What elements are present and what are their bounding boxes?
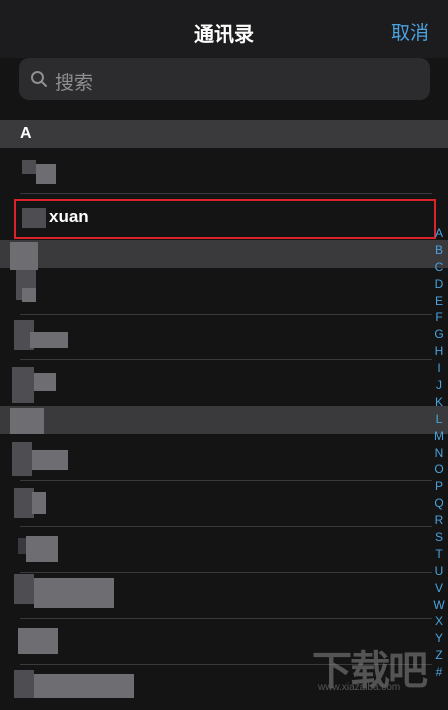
index-letter-w[interactable]: W bbox=[432, 597, 446, 614]
index-letter-m[interactable]: M bbox=[432, 428, 446, 445]
index-letter-v[interactable]: V bbox=[432, 580, 446, 597]
index-letter-c[interactable]: C bbox=[432, 259, 446, 276]
blurred-name bbox=[26, 536, 58, 562]
index-letter-e[interactable]: E bbox=[432, 293, 446, 310]
highlight-box bbox=[14, 199, 436, 239]
search-placeholder: 搜索 bbox=[55, 73, 94, 94]
contact-row[interactable] bbox=[0, 361, 430, 405]
index-letter-i[interactable]: I bbox=[432, 360, 446, 377]
blurred-name bbox=[12, 442, 32, 476]
contact-row[interactable] bbox=[0, 150, 430, 194]
index-letter-n[interactable]: N bbox=[432, 445, 446, 462]
row-separator bbox=[20, 572, 432, 573]
index-letter-r[interactable]: R bbox=[432, 512, 446, 529]
page-title: 通讯录 bbox=[194, 24, 254, 46]
index-letter-u[interactable]: U bbox=[432, 563, 446, 580]
row-separator bbox=[20, 480, 432, 481]
index-letter-d[interactable]: D bbox=[432, 276, 446, 293]
index-letter-f[interactable]: F bbox=[432, 309, 446, 326]
index-letter-k[interactable]: K bbox=[432, 394, 446, 411]
blurred-letter bbox=[10, 242, 38, 270]
row-separator bbox=[20, 193, 432, 194]
blurred-name bbox=[36, 164, 56, 184]
cancel-button[interactable]: 取消 bbox=[391, 18, 429, 45]
blurred-letter bbox=[10, 408, 44, 434]
row-separator bbox=[20, 314, 432, 315]
section-header bbox=[0, 406, 448, 434]
index-letter-q[interactable]: Q bbox=[432, 495, 446, 512]
blurred-name bbox=[22, 288, 36, 302]
blurred-name bbox=[34, 373, 56, 391]
index-letter-h[interactable]: H bbox=[432, 343, 446, 360]
blurred-name bbox=[34, 578, 114, 608]
contact-row[interactable] bbox=[0, 436, 430, 480]
blurred-name bbox=[14, 574, 34, 604]
index-letter-o[interactable]: O bbox=[432, 461, 446, 478]
contact-row[interactable] bbox=[0, 574, 430, 618]
blurred-name bbox=[14, 670, 34, 698]
section-letter: A bbox=[20, 125, 32, 142]
watermark-logo: 下载吧 www.xiazaiba.com bbox=[312, 638, 444, 696]
index-letter-t[interactable]: T bbox=[432, 546, 446, 563]
index-letter-a[interactable]: A bbox=[432, 225, 446, 242]
index-letter-b[interactable]: B bbox=[432, 242, 446, 259]
section-index[interactable]: A B C D E F G H I J K L M N O P Q R S T … bbox=[432, 225, 446, 681]
index-letter-p[interactable]: P bbox=[432, 478, 446, 495]
contact-row[interactable] bbox=[0, 316, 430, 360]
row-separator bbox=[20, 359, 432, 360]
blurred-name bbox=[22, 160, 36, 174]
blurred-name bbox=[18, 628, 58, 654]
index-letter-l[interactable]: L bbox=[432, 411, 446, 428]
section-header-a: A bbox=[0, 120, 448, 148]
blurred-name bbox=[32, 492, 46, 514]
blurred-name bbox=[14, 488, 34, 518]
index-letter-j[interactable]: J bbox=[432, 377, 446, 394]
contact-row[interactable] bbox=[0, 528, 430, 572]
index-letter-s[interactable]: S bbox=[432, 529, 446, 546]
search-icon bbox=[31, 71, 47, 87]
index-letter-x[interactable]: X bbox=[432, 613, 446, 630]
contact-row[interactable] bbox=[0, 270, 430, 314]
row-separator bbox=[20, 618, 432, 619]
row-separator bbox=[20, 526, 432, 527]
blurred-name bbox=[32, 450, 68, 470]
blurred-name bbox=[18, 538, 26, 554]
blurred-name bbox=[34, 674, 134, 698]
watermark-url: www.xiazaiba.com bbox=[318, 682, 401, 693]
search-input[interactable]: 搜索 bbox=[19, 58, 430, 100]
contact-row[interactable] bbox=[0, 482, 430, 526]
blurred-name bbox=[30, 332, 68, 348]
blurred-name bbox=[12, 367, 34, 403]
navigation-bar: 通讯录 取消 bbox=[0, 0, 448, 58]
index-letter-g[interactable]: G bbox=[432, 326, 446, 343]
section-header bbox=[0, 240, 448, 268]
